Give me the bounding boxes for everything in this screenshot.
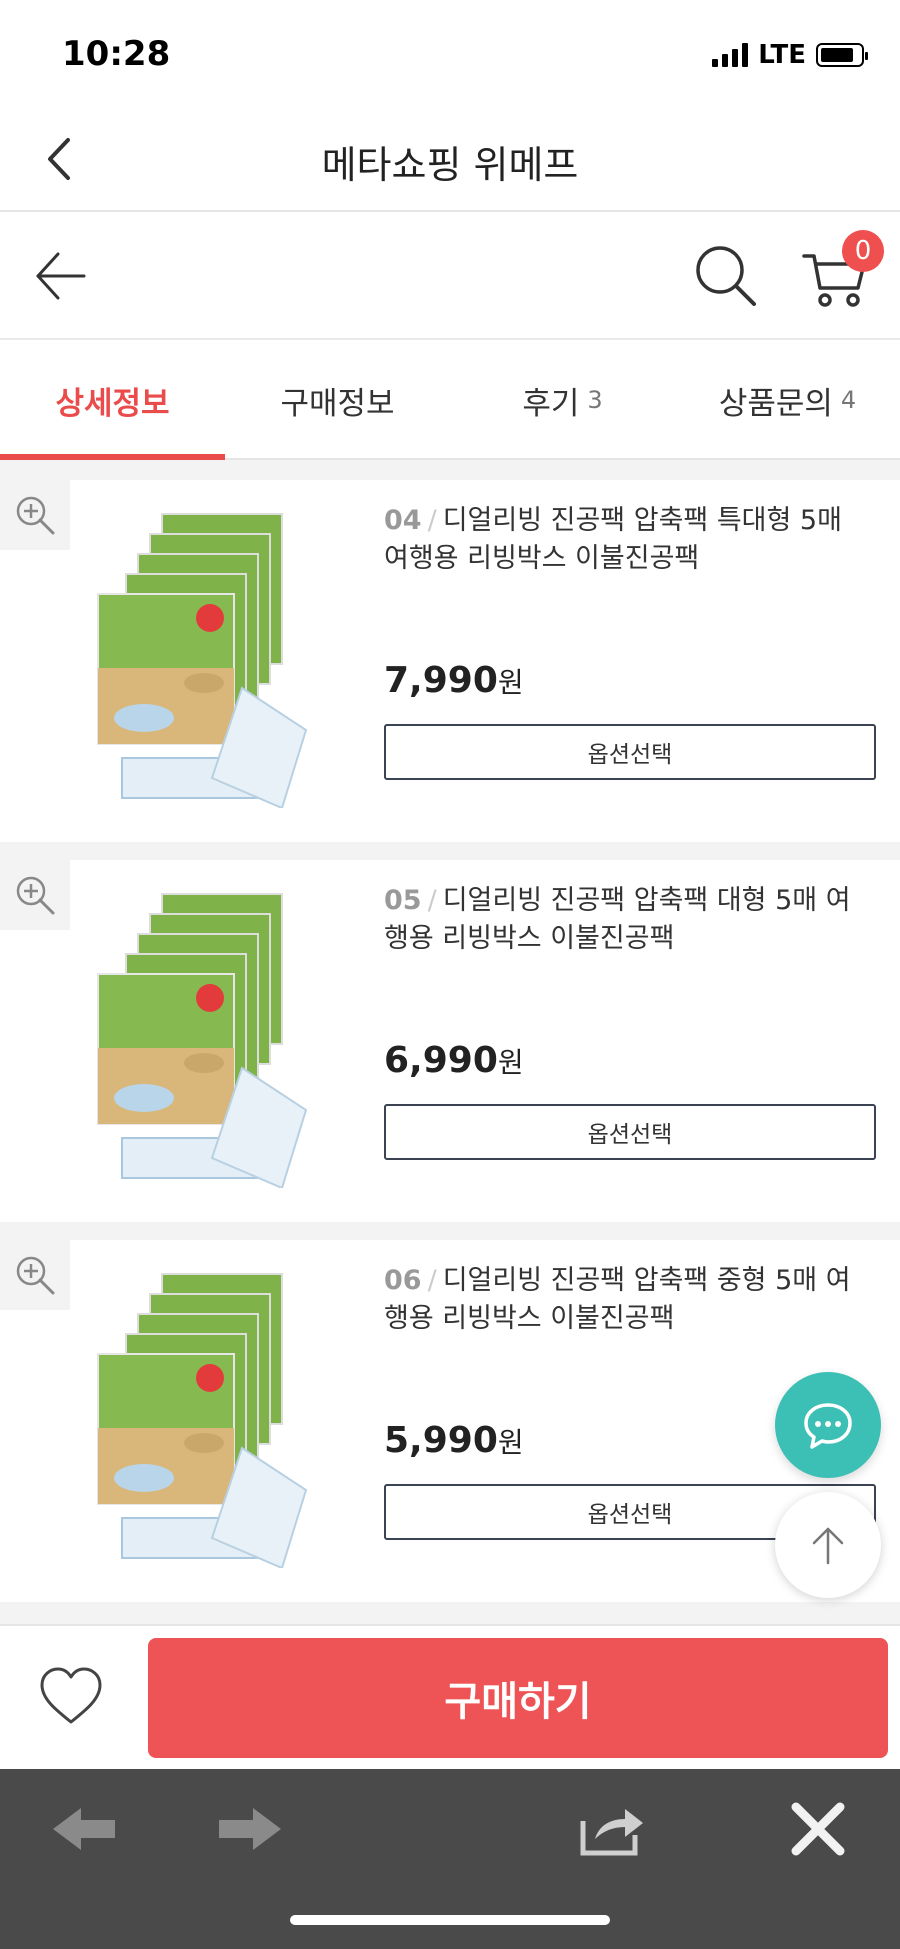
heart-icon[interactable] — [36, 1662, 106, 1732]
zoom-in-icon[interactable] — [0, 860, 70, 930]
product-title[interactable]: 04/디얼리빙 진공팩 압축팩 특대형 5매 여행용 리빙박스 이불진공팩 — [384, 502, 864, 578]
search-icon[interactable] — [692, 242, 762, 312]
tab-details[interactable]: 상세정보 — [0, 340, 225, 460]
product-item[interactable]: 04/디얼리빙 진공팩 압축팩 특대형 5매 여행용 리빙박스 이불진공팩 7,… — [0, 480, 900, 842]
title-bar: 메타쇼핑 위메프 — [0, 110, 900, 212]
tab-purchase-info[interactable]: 구매정보 — [225, 340, 450, 460]
zoom-in-icon[interactable] — [0, 1240, 70, 1310]
tab-label: 후기 — [522, 385, 580, 422]
tab-count: 4 — [840, 386, 857, 414]
signal-icon — [712, 43, 749, 67]
product-item[interactable]: 05/디얼리빙 진공팩 압축팩 대형 5매 여행용 리빙박스 이불진공팩 6,9… — [0, 860, 900, 1222]
product-name: 디얼리빙 진공팩 압축팩 중형 5매 여행용 리빙박스 이불진공팩 — [384, 1265, 851, 1334]
network-label: LTE — [758, 40, 806, 70]
browser-back-icon[interactable] — [44, 1789, 124, 1869]
product-image[interactable] — [92, 1268, 342, 1570]
shop-header — [0, 212, 900, 340]
chat-icon — [804, 1403, 852, 1449]
browser-toolbar — [0, 1769, 900, 1949]
tab-count: 3 — [587, 386, 603, 414]
product-image[interactable] — [92, 888, 342, 1190]
buy-button[interactable]: 구매하기 — [148, 1638, 888, 1758]
price-currency: 원 — [497, 1046, 524, 1079]
purchase-bar: 구매하기 — [0, 1624, 900, 1769]
product-image[interactable] — [92, 508, 342, 810]
cart-count-badge: 0 — [842, 230, 884, 272]
status-indicators: LTE — [712, 40, 868, 70]
product-index: 05 — [384, 885, 422, 916]
active-tab-indicator — [0, 454, 225, 460]
browser-forward-icon[interactable] — [210, 1789, 290, 1869]
option-select-button[interactable]: 옵션선택 — [384, 724, 876, 780]
close-icon[interactable] — [778, 1789, 858, 1869]
product-item[interactable]: 06/디얼리빙 진공팩 압축팩 중형 5매 여행용 리빙박스 이불진공팩 5,9… — [0, 1240, 900, 1602]
tab-label: 상품문의 — [718, 385, 833, 422]
price-currency: 원 — [497, 666, 524, 699]
scroll-top-button[interactable] — [775, 1492, 881, 1598]
product-index: 06 — [384, 1265, 422, 1296]
product-price: 6,990원 — [384, 1040, 524, 1081]
status-bar: 10:28 LTE — [0, 0, 900, 110]
tab-label: 구매정보 — [280, 385, 395, 422]
product-price: 5,990원 — [384, 1420, 524, 1461]
product-name: 디얼리빙 진공팩 압축팩 대형 5매 여행용 리빙박스 이불진공팩 — [384, 885, 851, 954]
tab-reviews[interactable]: 후기 3 — [450, 340, 675, 460]
product-title[interactable]: 06/디얼리빙 진공팩 압축팩 중형 5매 여행용 리빙박스 이불진공팩 — [384, 1262, 864, 1338]
home-indicator — [290, 1915, 610, 1925]
divider-slash: / — [427, 1265, 437, 1296]
tab-label: 상세정보 — [55, 385, 170, 422]
tab-qna[interactable]: 상품문의 4 — [675, 340, 900, 460]
product-price: 7,990원 — [384, 660, 524, 701]
back-arrow-icon[interactable] — [32, 246, 90, 306]
arrow-up-icon — [812, 1527, 844, 1565]
product-index: 04 — [384, 505, 422, 536]
share-icon[interactable] — [572, 1789, 652, 1869]
product-name: 디얼리빙 진공팩 압축팩 특대형 5매 여행용 리빙박스 이불진공팩 — [384, 505, 842, 574]
zoom-in-icon[interactable] — [0, 480, 70, 550]
tab-bar: 상세정보 구매정보 후기 3 상품문의 4 — [0, 340, 900, 460]
chat-button[interactable] — [775, 1372, 881, 1478]
page-title: 메타쇼핑 위메프 — [321, 143, 579, 187]
product-title[interactable]: 05/디얼리빙 진공팩 압축팩 대형 5매 여행용 리빙박스 이불진공팩 — [384, 882, 864, 958]
status-time: 10:28 — [62, 34, 171, 74]
battery-icon — [816, 43, 868, 67]
divider-slash: / — [427, 505, 437, 536]
price-value: 5,990 — [384, 1420, 498, 1461]
price-value: 7,990 — [384, 660, 498, 701]
price-value: 6,990 — [384, 1040, 498, 1081]
divider-slash: / — [427, 885, 437, 916]
option-select-button[interactable]: 옵션선택 — [384, 1104, 876, 1160]
price-currency: 원 — [497, 1426, 524, 1459]
